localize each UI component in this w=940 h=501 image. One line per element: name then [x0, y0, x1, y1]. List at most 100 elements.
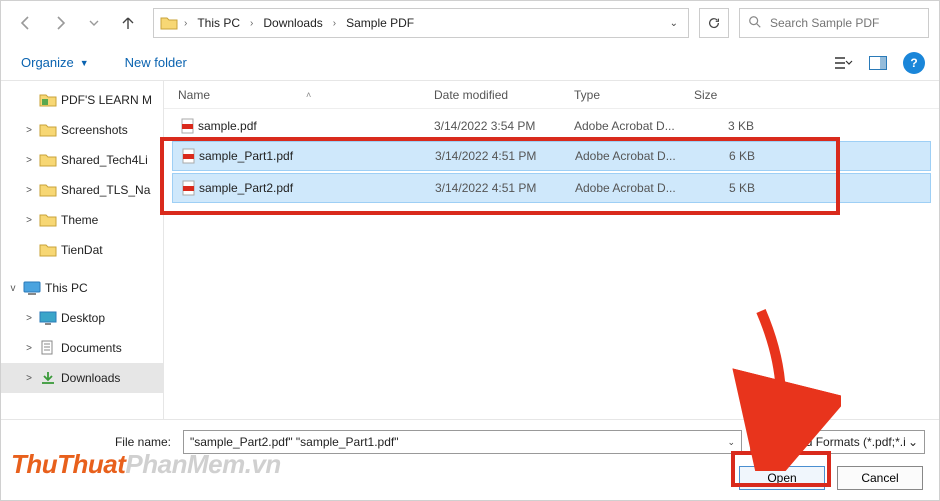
- tree-item[interactable]: TienDat: [1, 235, 163, 265]
- file-type: Adobe Acrobat D...: [575, 181, 695, 195]
- folder-icon: [39, 182, 57, 198]
- file-type-filter[interactable]: Supported Formats (*.pdf;*.i ⌄: [750, 430, 925, 454]
- chevron-right-icon: ›: [331, 18, 338, 29]
- file-date: 3/14/2022 4:51 PM: [435, 149, 575, 163]
- preview-pane-button[interactable]: [863, 48, 893, 78]
- filename-value: "sample_Part2.pdf" "sample_Part1.pdf": [190, 435, 398, 449]
- chevron-down-icon[interactable]: ⌄: [908, 435, 918, 449]
- expander-icon[interactable]: >: [23, 215, 35, 226]
- breadcrumb-item[interactable]: Sample PDF: [342, 14, 418, 32]
- column-header-size[interactable]: Size: [694, 88, 774, 102]
- column-header-date[interactable]: Date modified: [434, 88, 574, 102]
- help-button[interactable]: ?: [903, 52, 925, 74]
- organize-label: Organize: [21, 55, 74, 70]
- tree-label: Documents: [61, 341, 122, 355]
- breadcrumb-bar[interactable]: › This PC › Downloads › Sample PDF ⌄: [153, 8, 689, 38]
- folder-icon: [39, 92, 57, 108]
- expander-icon[interactable]: >: [23, 373, 35, 384]
- nav-forward-button[interactable]: [45, 8, 75, 38]
- tree-item[interactable]: > Theme: [1, 205, 163, 235]
- tree-label: Downloads: [61, 371, 120, 385]
- expander-icon[interactable]: >: [23, 185, 35, 196]
- expander-icon[interactable]: >: [23, 313, 35, 324]
- filter-label: Supported Formats (*.pdf;*.i: [757, 435, 906, 449]
- tree-item-this-pc[interactable]: v This PC: [1, 273, 163, 303]
- refresh-button[interactable]: [699, 8, 729, 38]
- nav-recent-button[interactable]: [79, 8, 109, 38]
- chevron-right-icon: ›: [182, 18, 189, 29]
- folder-icon: [39, 212, 57, 228]
- file-date: 3/14/2022 4:51 PM: [435, 181, 575, 195]
- sort-indicator-icon: ˄: [306, 90, 311, 100]
- tree-label: PDF'S LEARN M: [61, 93, 152, 107]
- file-type: Adobe Acrobat D...: [574, 119, 694, 133]
- address-bar-row: › This PC › Downloads › Sample PDF ⌄: [1, 1, 939, 45]
- pc-icon: [23, 280, 41, 296]
- tree-item-desktop[interactable]: > Desktop: [1, 303, 163, 333]
- documents-icon: [39, 340, 57, 356]
- chevron-down-icon: ▼: [80, 58, 89, 68]
- folder-icon: [39, 152, 57, 168]
- file-type: Adobe Acrobat D...: [575, 149, 695, 163]
- expander-icon[interactable]: >: [23, 343, 35, 354]
- breadcrumb-item[interactable]: Downloads: [259, 14, 326, 32]
- new-folder-label: New folder: [125, 55, 187, 70]
- tree-label: Screenshots: [61, 123, 128, 137]
- cancel-button[interactable]: Cancel: [837, 466, 923, 490]
- expander-icon[interactable]: >: [23, 125, 35, 136]
- view-options-button[interactable]: [829, 48, 859, 78]
- nav-back-button[interactable]: [11, 8, 41, 38]
- column-header-type[interactable]: Type: [574, 88, 694, 102]
- desktop-icon: [39, 310, 57, 326]
- tree-label: Desktop: [61, 311, 105, 325]
- filename-input[interactable]: "sample_Part2.pdf" "sample_Part1.pdf" ⌄: [183, 430, 742, 454]
- dialog-buttons: Open Cancel: [15, 466, 925, 490]
- bottom-bar: File name: "sample_Part2.pdf" "sample_Pa…: [1, 419, 939, 495]
- search-box[interactable]: [739, 8, 929, 38]
- file-name: sample_Part2.pdf: [199, 181, 435, 195]
- tree-label: Theme: [61, 213, 98, 227]
- open-button[interactable]: Open: [739, 466, 825, 490]
- tree-label: This PC: [45, 281, 88, 295]
- folder-icon: [39, 242, 57, 258]
- pdf-icon: [179, 180, 199, 196]
- file-name: sample.pdf: [198, 119, 434, 133]
- file-size: 6 KB: [695, 149, 755, 163]
- downloads-icon: [39, 370, 57, 386]
- chevron-right-icon: ›: [248, 18, 255, 29]
- tree-item-documents[interactable]: > Documents: [1, 333, 163, 363]
- expander-icon[interactable]: v: [7, 283, 19, 294]
- tree-label: Shared_TLS_Na: [61, 183, 150, 197]
- tree-item[interactable]: PDF'S LEARN M: [1, 85, 163, 115]
- file-size: 5 KB: [695, 181, 755, 195]
- search-icon: [748, 15, 762, 32]
- tree-item[interactable]: > Shared_TLS_Na: [1, 175, 163, 205]
- nav-tree: PDF'S LEARN M > Screenshots > Shared_Tec…: [1, 81, 164, 419]
- file-size: 3 KB: [694, 119, 754, 133]
- new-folder-button[interactable]: New folder: [119, 51, 193, 74]
- tree-label: TienDat: [61, 243, 103, 257]
- breadcrumb-item[interactable]: This PC: [193, 14, 244, 32]
- expander-icon[interactable]: >: [23, 155, 35, 166]
- file-name: sample_Part1.pdf: [199, 149, 435, 163]
- filename-label: File name:: [15, 435, 175, 449]
- file-row[interactable]: sample_Part2.pdf 3/14/2022 4:51 PM Adobe…: [172, 173, 931, 203]
- chevron-down-icon[interactable]: ⌄: [727, 437, 735, 448]
- tree-item[interactable]: > Screenshots: [1, 115, 163, 145]
- search-input[interactable]: [770, 16, 920, 30]
- file-row[interactable]: sample.pdf 3/14/2022 3:54 PM Adobe Acrob…: [172, 111, 931, 141]
- column-headers: Name ˄ Date modified Type Size: [164, 81, 939, 109]
- tree-item-downloads[interactable]: > Downloads: [1, 363, 163, 393]
- pdf-icon: [178, 118, 198, 134]
- filename-row: File name: "sample_Part2.pdf" "sample_Pa…: [15, 430, 925, 454]
- file-row[interactable]: sample_Part1.pdf 3/14/2022 4:51 PM Adobe…: [172, 141, 931, 171]
- main-area: PDF'S LEARN M > Screenshots > Shared_Tec…: [1, 81, 939, 419]
- pdf-icon: [179, 148, 199, 164]
- tree-item[interactable]: > Shared_Tech4Li: [1, 145, 163, 175]
- folder-icon: [39, 122, 57, 138]
- chevron-down-icon[interactable]: ⌄: [666, 18, 682, 29]
- organize-button[interactable]: Organize ▼: [15, 51, 95, 74]
- file-date: 3/14/2022 3:54 PM: [434, 119, 574, 133]
- nav-up-button[interactable]: [113, 8, 143, 38]
- column-header-name[interactable]: Name ˄: [178, 88, 434, 102]
